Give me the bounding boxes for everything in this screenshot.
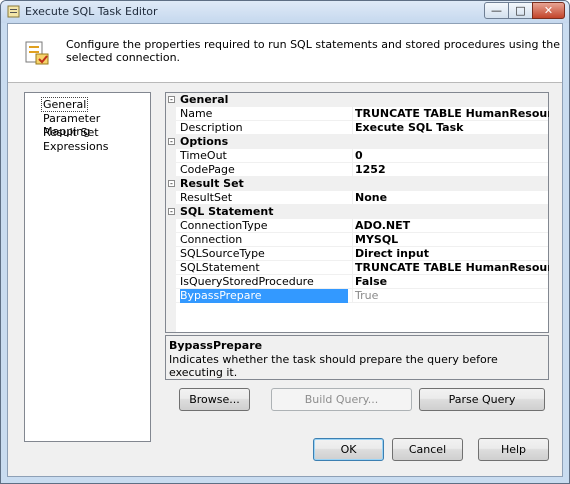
property-name: SQLStatement [180, 261, 260, 274]
property-name: BypassPrepare [180, 289, 348, 303]
collapse-icon[interactable]: - [168, 96, 175, 104]
description-title: BypassPrepare [169, 339, 263, 352]
property-row-sqlsourcetype[interactable]: SQLSourceType Direct input [166, 247, 548, 261]
browse-button[interactable]: Browse... [179, 388, 250, 411]
property-name: IsQueryStoredProcedure [180, 275, 314, 288]
category-options[interactable]: - Options [166, 135, 548, 149]
dialog-window: Execute SQL Task Editor — □ ✕ Configure … [0, 0, 570, 484]
property-row-isquerystoredprocedure[interactable]: IsQueryStoredProcedure False [166, 275, 548, 289]
build-query-button[interactable]: Build Query... [271, 388, 412, 411]
category-label: SQL Statement [180, 205, 274, 218]
property-value[interactable]: TRUNCATE TABLE HumanResourcesEmployee [352, 107, 549, 121]
page-list: General Parameter Mapping Result Set Exp… [24, 92, 151, 442]
ok-button[interactable]: OK [313, 438, 384, 461]
property-name: CodePage [180, 163, 235, 176]
property-value[interactable]: Direct input [352, 247, 549, 261]
property-name: Name [180, 107, 213, 120]
property-name: ResultSet [180, 191, 233, 204]
category-label: Result Set [180, 177, 244, 190]
collapse-icon[interactable]: - [168, 180, 175, 188]
property-value[interactable]: False [352, 275, 549, 289]
nav-item-general[interactable]: General [40, 97, 89, 112]
category-label: Options [180, 135, 229, 148]
help-button[interactable]: Help [478, 438, 549, 461]
property-grid: - General Name TRUNCATE TABLE HumanResou… [165, 92, 549, 333]
property-row-sqlstatement[interactable]: SQLStatement TRUNCATE TABLE HumanResourc… [166, 261, 549, 275]
description-text: Indicates whether the task should prepar… [169, 353, 498, 379]
property-name: ConnectionType [180, 219, 268, 232]
window-title: Execute SQL Task Editor [25, 5, 158, 18]
property-row-codepage[interactable]: CodePage 1252 [166, 163, 548, 177]
dialog-header: Configure the properties required to run… [8, 24, 562, 83]
property-row-description[interactable]: Description Execute SQL Task [166, 121, 548, 135]
property-value[interactable]: 0 [352, 149, 549, 163]
property-description-panel: BypassPrepare Indicates whether the task… [165, 335, 549, 380]
maximize-button[interactable]: □ [508, 2, 533, 19]
category-label: General [180, 93, 229, 106]
property-name: Connection [180, 233, 243, 246]
minimize-button[interactable]: — [484, 2, 509, 19]
category-result-set[interactable]: - Result Set [166, 177, 548, 191]
property-value[interactable]: ADO.NET [352, 219, 549, 233]
property-row-resultset[interactable]: ResultSet None [166, 191, 548, 205]
maximize-icon: □ [515, 4, 526, 17]
property-value[interactable]: MYSQL [352, 233, 549, 247]
title-bar[interactable]: Execute SQL Task Editor — □ ✕ [1, 1, 569, 23]
property-name: SQLSourceType [180, 247, 265, 260]
header-description: Configure the properties required to run… [66, 38, 560, 64]
cancel-button[interactable]: Cancel [392, 438, 463, 461]
collapse-icon[interactable]: - [168, 138, 175, 146]
property-value[interactable]: Execute SQL Task [352, 121, 549, 135]
property-name: Description [180, 121, 243, 134]
category-general[interactable]: - General [166, 93, 548, 107]
property-row-connection[interactable]: Connection MYSQL [166, 233, 548, 247]
minimize-icon: — [491, 4, 502, 17]
close-icon: ✕ [543, 4, 554, 17]
task-icon [7, 5, 20, 18]
property-name: TimeOut [180, 149, 227, 162]
property-value[interactable]: None [352, 191, 549, 205]
nav-item-result-set[interactable]: Result Set [42, 126, 100, 139]
property-value[interactable]: TRUNCATE TABLE HumanResourcesEmployee; [352, 261, 549, 275]
sql-task-icon [25, 41, 49, 65]
close-button[interactable]: ✕ [532, 2, 565, 19]
property-value[interactable]: True [352, 289, 549, 303]
property-row-name[interactable]: Name TRUNCATE TABLE HumanResourcesEmploy… [166, 107, 549, 121]
property-row-timeout[interactable]: TimeOut 0 [166, 149, 548, 163]
collapse-icon[interactable]: - [168, 208, 175, 216]
property-value[interactable]: 1252 [352, 163, 549, 177]
parse-query-button[interactable]: Parse Query [419, 388, 545, 411]
property-row-connectiontype[interactable]: ConnectionType ADO.NET [166, 219, 548, 233]
property-row-bypassprepare[interactable]: BypassPrepare True [166, 289, 548, 303]
category-sql-statement[interactable]: - SQL Statement [166, 205, 548, 219]
dialog-client: Configure the properties required to run… [7, 23, 563, 477]
nav-item-expressions[interactable]: Expressions [42, 140, 109, 153]
